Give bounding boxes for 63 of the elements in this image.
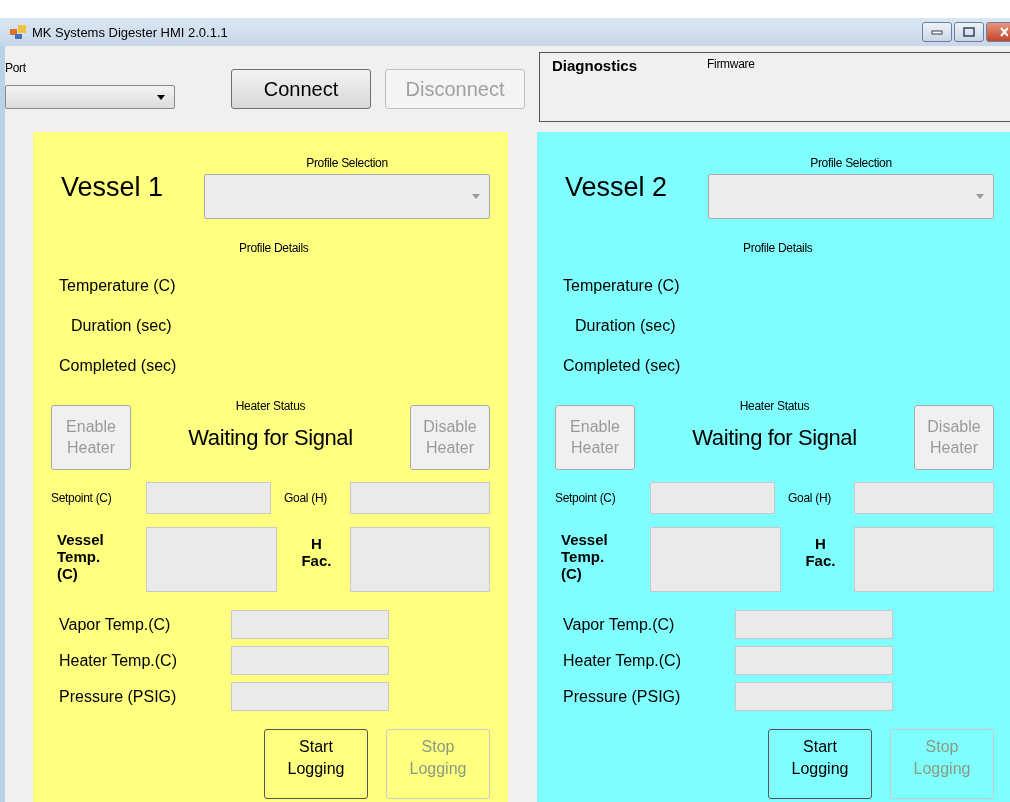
setpoint-field[interactable] [146,482,271,514]
vessel-title: Vessel 1 [61,172,165,203]
reading-field[interactable] [231,610,389,639]
profile-dropdown[interactable] [708,174,994,219]
goal-field[interactable] [350,482,490,514]
port-label: Port [5,61,27,75]
h-factor-label: H Fac. [804,535,837,569]
toolbar-button[interactable]: Connect [231,69,371,109]
goal-label: Goal (H) [788,491,832,505]
diagnostics-title: Diagnostics [552,57,638,76]
detail-label: Completed (sec) [563,357,681,375]
heater-status-value: Waiting for Signal [692,425,857,451]
caret-icon [472,194,480,199]
detail-label: Temperature (C) [59,277,176,295]
h-factor-field[interactable] [854,527,994,592]
port-dropdown[interactable] [5,85,175,109]
close-icon [1000,27,1008,37]
reading-field[interactable] [735,646,893,675]
reading-field[interactable] [231,646,389,675]
h-factor-label: H Fac. [300,535,333,569]
reading-label: Heater Temp.(C) [562,651,682,670]
goal-label: Goal (H) [284,491,328,505]
goal-field[interactable] [854,482,994,514]
setpoint-label: Setpoint (C) [51,491,113,505]
profile-selection-label: Profile Selection [810,156,892,170]
h-factor-field[interactable] [350,527,490,592]
caret-icon [157,95,165,100]
setpoint-label: Setpoint (C) [555,491,617,505]
profile-details-label: Profile Details [239,241,309,255]
detail-label: Duration (sec) [71,317,172,335]
heater-status-label: Heater Status [235,399,306,413]
profile-selection-label: Profile Selection [306,156,388,170]
detail-label: Duration (sec) [575,317,676,335]
reading-label: Pressure (PSIG) [58,687,178,706]
start-logging-button[interactable]: Start Logging [264,729,368,799]
app-icon [10,25,26,39]
window-title: MK Systems Digester HMI 2.0.1.1 [32,24,228,40]
detail-label: Temperature (C) [563,277,680,295]
profile-details-label: Profile Details [743,241,813,255]
maximize-button[interactable] [954,22,984,42]
firmware-label: Firmware [707,57,755,73]
detail-label: Completed (sec) [59,357,177,375]
reading-field[interactable] [735,610,893,639]
heater-status-value: Waiting for Signal [188,425,353,451]
reading-label: Vapor Temp.(C) [562,615,676,634]
minimize-button[interactable] [922,22,952,42]
reading-field[interactable] [735,682,893,711]
vessel-temp-label: Vessel Temp. (C) [561,531,609,582]
caret-icon [976,194,984,199]
vessel-temp-field[interactable] [649,527,781,592]
start-logging-button[interactable]: Start Logging [768,729,872,799]
vessel-title: Vessel 2 [565,172,669,203]
maximize-icon [963,27,975,37]
setpoint-field[interactable] [650,482,775,514]
reading-label: Pressure (PSIG) [562,687,682,706]
reading-label: Vapor Temp.(C) [58,615,172,634]
heater-status-label: Heater Status [739,399,810,413]
minimize-icon [931,29,943,35]
vessel-temp-field[interactable] [145,527,277,592]
profile-dropdown[interactable] [204,174,490,219]
reading-field[interactable] [231,682,389,711]
reading-label: Heater Temp.(C) [58,651,178,670]
vessel-temp-label: Vessel Temp. (C) [57,531,105,582]
